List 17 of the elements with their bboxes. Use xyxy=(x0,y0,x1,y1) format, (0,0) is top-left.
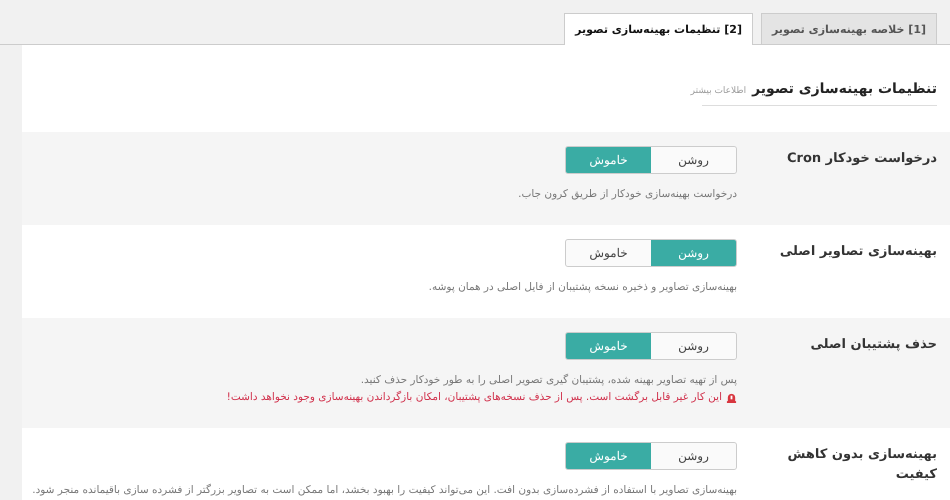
tab[interactable]: [2] تنظیمات بهینه‌سازی تصویر xyxy=(564,13,753,45)
on-off-switch[interactable]: روشن خاموش xyxy=(565,332,737,360)
setting-label: درخواست خودکار Cron xyxy=(786,150,937,168)
on-off-switch[interactable]: روشن خاموش xyxy=(565,442,737,470)
setting-label: حذف پشتیبان اصلی xyxy=(809,336,937,354)
setting-description: بهینه‌سازی تصاویر و ذخیره نسخه پشتیبان از فایل اصلی در همان پوشه. xyxy=(428,280,737,295)
setting-label: بهینه‌سازی تصاویر اصلی xyxy=(778,243,937,261)
section-title: تنظیمات بهینه‌سازی تصویر xyxy=(752,81,937,97)
setting-description: بهینه‌سازی تصاویر با استفاده از فشرده‌سازی بدون افت. این می‌تواند کیفیت را بهبود بخشد، اما ممکن است به تصاویر بزرگتر از فشرده سازی باقیمانده منجر شود. xyxy=(31,482,737,498)
warning-text: این کار غیر قابل برگشت است. پس از حذف نسخه‌های پشتیبان، امکان بازگرداندن بهینه‌سازی وجود نخواهد داشت! xyxy=(226,390,722,405)
alarm-icon xyxy=(726,392,737,403)
setting-description: پس از تهیه تصاویر بهینه شده، پشتیبان گیری تصویر اصلی را به طور خودکار حذف کنید. xyxy=(360,372,737,388)
on-off-switch[interactable]: روشن خاموش xyxy=(565,146,737,174)
on-off-switch[interactable]: روشن خاموش xyxy=(565,239,737,267)
tab[interactable]: [1] خلاصه بهینه‌سازی تصویر xyxy=(760,13,937,44)
setting-label: بهینه‌سازی بدون کاهش کیفیت xyxy=(786,446,937,484)
setting-description: درخواست بهینه‌سازی خودکار از طریق کرون جاب. xyxy=(517,187,737,202)
